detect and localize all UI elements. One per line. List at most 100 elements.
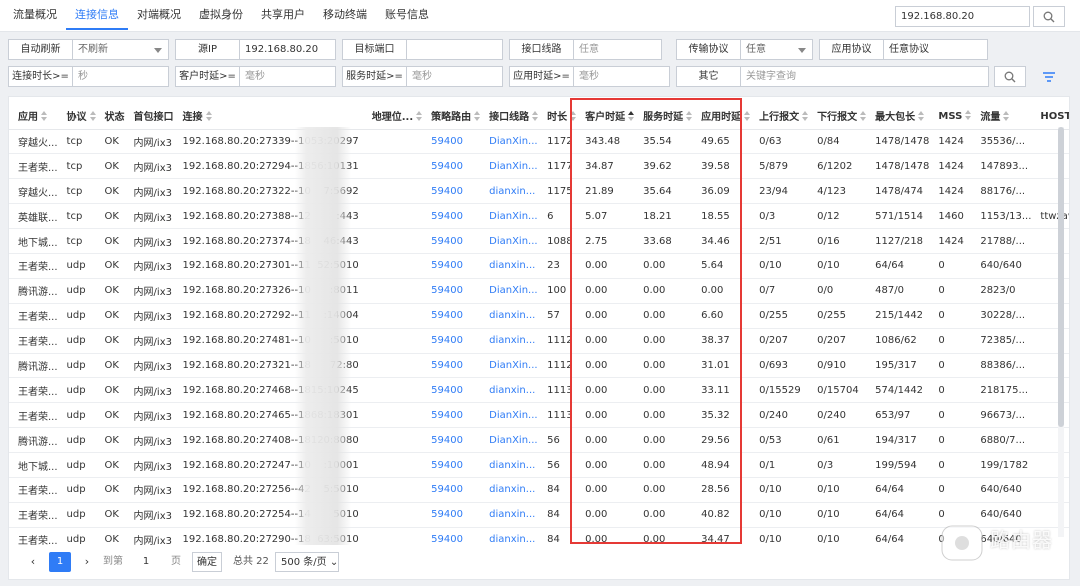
filter-toggle-icon[interactable]	[1041, 70, 1057, 84]
sort-icon[interactable]	[89, 111, 96, 122]
filter-search-button[interactable]	[994, 66, 1026, 87]
src-ip-input[interactable]: 192.168.80.20	[240, 39, 336, 60]
keyword-input[interactable]: 关键字查询	[741, 66, 989, 87]
table-cell[interactable]: dianxin...	[480, 377, 539, 404]
column-header-12[interactable]: 上行报文	[750, 103, 809, 130]
table-cell[interactable]: DianXin...	[480, 228, 539, 254]
sort-icon[interactable]	[860, 111, 867, 122]
sort-icon[interactable]	[802, 111, 809, 122]
dst-port-input[interactable]	[407, 39, 503, 60]
conn-duration-input[interactable]: 秒	[73, 66, 169, 87]
column-header-5[interactable]: 地理位...	[362, 103, 423, 130]
tab-6[interactable]: 账号信息	[376, 0, 438, 30]
server-delay-input[interactable]: 毫秒	[407, 66, 503, 87]
table-row[interactable]: 腾讯游... udp OK 内网/ix3 192.168.80.20:27326--10…	[9, 278, 1069, 304]
sort-icon[interactable]	[416, 111, 423, 122]
table-cell[interactable]: 59400	[422, 253, 481, 279]
tab-0[interactable]: 流量概况	[4, 0, 66, 30]
table-cell[interactable]: DianXin...	[480, 153, 539, 180]
table-cell[interactable]: 59400	[422, 353, 481, 379]
table-cell[interactable]: 59400	[422, 178, 481, 205]
table-cell[interactable]: 59400	[422, 153, 481, 180]
column-header-6[interactable]: 策略路由	[422, 103, 481, 130]
table-cell[interactable]: 59400	[422, 477, 481, 503]
column-header-16[interactable]: 流量	[971, 103, 1032, 130]
table-row[interactable]: 王者荣... udp OK 内网/ix3 192.168.80.20:27468--18…	[9, 377, 1069, 404]
page-1-button[interactable]: 1	[49, 552, 71, 572]
table-cell[interactable]: 59400	[422, 303, 481, 329]
column-header-0[interactable]: 应用	[9, 103, 58, 130]
table-cell[interactable]: 59400	[422, 427, 481, 454]
table-cell[interactable]: 59400	[422, 452, 481, 478]
table-row[interactable]: 王者荣... udp OK 内网/ix3 192.168.80.20:27254--14…	[9, 502, 1069, 528]
vertical-scrollbar-thumb[interactable]	[1058, 127, 1064, 427]
global-search-button[interactable]	[1033, 6, 1065, 27]
tab-1[interactable]: 连接信息	[66, 0, 128, 30]
next-page-button[interactable]: ›	[77, 552, 97, 572]
column-header-2[interactable]: 状态	[95, 103, 125, 130]
table-row[interactable]: 腾讯游... udp OK 内网/ix3 192.168.80.20:27321--18…	[9, 353, 1069, 379]
table-row[interactable]: 王者荣... udp OK 内网/ix3 192.168.80.20:27256--42…	[9, 477, 1069, 503]
table-cell[interactable]: dianxin...	[480, 452, 539, 478]
table-row[interactable]: 王者荣... udp OK 内网/ix3 192.168.80.20:27481--10…	[9, 328, 1069, 354]
sort-icon[interactable]	[532, 111, 539, 122]
sort-icon[interactable]	[1003, 111, 1010, 122]
table-row[interactable]: 王者荣... udp OK 内网/ix3 192.168.80.20:27465--18…	[9, 402, 1069, 429]
table-row[interactable]: 王者荣... udp OK 内网/ix3 192.168.80.20:27292--11…	[9, 303, 1069, 329]
table-row[interactable]: 腾讯游... udp OK 内网/ix3 192.168.80.20:27408--18…	[9, 427, 1069, 454]
column-header-3[interactable]: 首包接口	[124, 103, 174, 130]
table-row[interactable]: 地下城... udp OK 内网/ix3 192.168.80.20:27247--10…	[9, 452, 1069, 478]
table-cell[interactable]: dianxin...	[480, 303, 539, 329]
table-cell[interactable]: DianXin...	[480, 129, 539, 155]
table-cell[interactable]: 59400	[422, 328, 481, 354]
sort-icon[interactable]	[965, 109, 972, 120]
sort-icon[interactable]	[474, 111, 481, 122]
table-cell[interactable]: DianXin...	[480, 203, 539, 230]
tab-5[interactable]: 移动终端	[314, 0, 376, 30]
tab-3[interactable]: 虚拟身份	[190, 0, 252, 30]
auto-refresh-select[interactable]: 不刷新	[73, 39, 169, 60]
page-size-select[interactable]: 500 条/页 ⌄	[275, 552, 339, 572]
sort-icon[interactable]	[744, 111, 751, 122]
table-cell[interactable]: dianxin...	[480, 178, 539, 205]
tab-4[interactable]: 共享用户	[252, 0, 314, 30]
client-delay-input[interactable]: 毫秒	[240, 66, 336, 87]
table-row[interactable]: 地下城... tcp OK 内网/ix3 192.168.80.20:27374--18…	[9, 228, 1069, 254]
confirm-button[interactable]: 确定	[192, 552, 222, 572]
sort-icon[interactable]	[918, 111, 925, 122]
table-cell[interactable]: 59400	[422, 278, 481, 304]
table-row[interactable]: 王者荣... udp OK 内网/ix3 192.168.80.20:27301--11…	[9, 253, 1069, 279]
table-cell[interactable]: 59400	[422, 129, 481, 155]
table-cell[interactable]: 59400	[422, 228, 481, 254]
table-cell[interactable]: DianXin...	[480, 353, 539, 379]
app-delay-input[interactable]: 毫秒	[574, 66, 670, 87]
table-cell[interactable]: DianXin...	[480, 427, 539, 454]
table-cell[interactable]: 59400	[422, 402, 481, 429]
iface-line-input[interactable]: 任意	[574, 39, 662, 60]
prev-page-button[interactable]: ‹	[23, 552, 43, 572]
tab-2[interactable]: 对端概况	[128, 0, 190, 30]
table-cell[interactable]: dianxin...	[480, 502, 539, 528]
column-header-4[interactable]: 连接	[173, 103, 311, 130]
table-cell[interactable]: dianxin...	[480, 253, 539, 279]
table-row[interactable]: 穿越火... tcp OK 内网/ix3 192.168.80.20:27322--10…	[9, 178, 1069, 205]
transport-select[interactable]: 任意	[741, 39, 813, 60]
column-header-1[interactable]: 协议	[57, 103, 96, 130]
sort-icon[interactable]	[205, 111, 212, 122]
table-cell[interactable]: 59400	[422, 203, 481, 230]
global-search-input[interactable]: 192.168.80.20	[895, 6, 1030, 27]
table-cell[interactable]: DianXin...	[480, 402, 539, 429]
table-row[interactable]: 王者荣... tcp OK 内网/ix3 192.168.80.20:27294--18…	[9, 153, 1069, 180]
table-cell[interactable]: 59400	[422, 502, 481, 528]
sort-icon[interactable]	[41, 111, 47, 122]
table-cell[interactable]: dianxin...	[480, 328, 539, 354]
column-header-17[interactable]: HOST	[1031, 103, 1069, 130]
table-row[interactable]: 英雄联... tcp OK 内网/ix3 192.168.80.20:27388--12…	[9, 203, 1069, 230]
table-row[interactable]: 穿越火... tcp OK 内网/ix3 192.168.80.20:27339--10…	[9, 129, 1069, 155]
app-proto-input[interactable]: 任意协议	[884, 39, 988, 60]
table-cell[interactable]: dianxin...	[480, 477, 539, 503]
goto-page-input[interactable]: 1	[129, 552, 163, 572]
column-header-7[interactable]: 接口线路	[480, 103, 539, 130]
column-header-15[interactable]: MSS	[929, 103, 972, 130]
table-cell[interactable]: DianXin...	[480, 278, 539, 304]
